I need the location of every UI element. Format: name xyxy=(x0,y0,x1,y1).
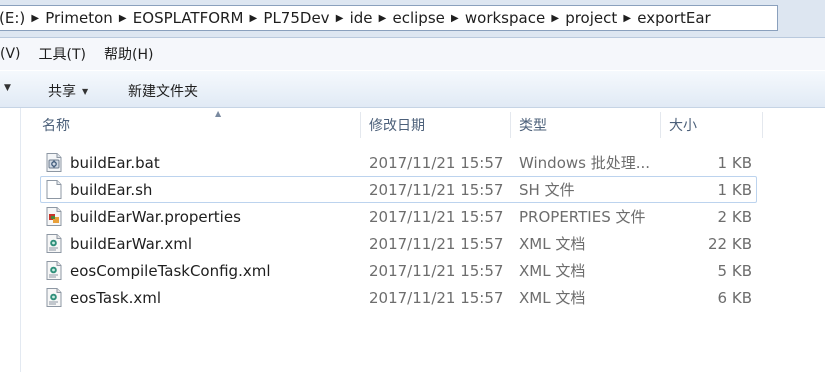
file-type: SH 文件 xyxy=(519,181,575,199)
menu-bar: (V) 工具(T) 帮助(H) xyxy=(0,38,825,70)
column-header-size[interactable]: 大小 xyxy=(661,108,763,142)
file-modified: 2017/11/21 15:57 xyxy=(369,207,504,226)
breadcrumb-pl75dev[interactable]: PL75Dev xyxy=(257,9,335,27)
file-size: 1 KB xyxy=(717,153,752,172)
file-modified: 2017/11/21 15:57 xyxy=(369,261,504,280)
new-folder-button[interactable]: 新建文件夹 xyxy=(128,81,198,101)
column-size-label: 大小 xyxy=(669,118,697,134)
file-name: buildEar.sh xyxy=(70,180,153,199)
file-name: buildEar.bat xyxy=(70,153,160,172)
breadcrumb-workspace[interactable]: workspace xyxy=(459,9,551,27)
file-modified: 2017/11/21 15:57 xyxy=(369,288,504,307)
share-button[interactable]: 共享 ▼ xyxy=(48,81,88,101)
chevron-right-icon[interactable]: ▶ xyxy=(623,13,631,24)
xml-file-icon xyxy=(46,234,62,253)
dropdown-arrow-icon[interactable]: ▼ xyxy=(4,83,11,93)
file-size: 22 KB xyxy=(708,234,752,253)
command-bar: ▼ 共享 ▼ 新建文件夹 xyxy=(0,70,825,108)
file-list: buildEar.bat 2017/11/21 15:57 Windows 批处… xyxy=(40,149,780,311)
menu-help[interactable]: 帮助(H) xyxy=(100,44,159,64)
breadcrumb-primeton[interactable]: Primeton xyxy=(39,9,119,27)
file-modified: 2017/11/21 15:57 xyxy=(369,234,504,253)
blank-file-icon xyxy=(46,180,62,199)
new-folder-label: 新建文件夹 xyxy=(128,84,198,100)
file-type: Windows 批处理... xyxy=(519,154,651,172)
address-bar[interactable]: (E:) ▶ Primeton ▶ EOSPLATFORM ▶ PL75Dev … xyxy=(0,5,778,31)
file-name: eosCompileTaskConfig.xml xyxy=(70,261,271,280)
navigation-pane-divider[interactable] xyxy=(20,108,21,372)
chevron-right-icon[interactable]: ▶ xyxy=(378,13,387,24)
file-name: buildEarWar.properties xyxy=(70,207,241,226)
column-headers: ▲ 名称 修改日期 类型 大小 xyxy=(21,108,825,142)
breadcrumb-eclipse[interactable]: eclipse xyxy=(386,9,450,27)
address-bar-area: (E:) ▶ Primeton ▶ EOSPLATFORM ▶ PL75Dev … xyxy=(0,0,825,38)
menu-tools[interactable]: 工具(T) xyxy=(35,44,92,64)
file-row[interactable]: buildEarWar.xml 2017/11/21 15:57 XML 文档 … xyxy=(40,230,756,257)
column-header-type[interactable]: 类型 xyxy=(511,108,661,142)
file-name: buildEarWar.xml xyxy=(70,234,192,253)
xml-file-icon xyxy=(46,288,62,307)
column-name-label: 名称 xyxy=(42,118,70,134)
column-modified-label: 修改日期 xyxy=(369,118,425,134)
file-row[interactable]: buildEarWar.properties 2017/11/21 15:57 … xyxy=(40,203,756,230)
breadcrumb-drive[interactable]: (E:) xyxy=(0,9,31,27)
breadcrumb-eosplatform[interactable]: EOSPLATFORM xyxy=(127,9,250,27)
file-type: XML 文档 xyxy=(519,289,586,307)
file-modified: 2017/11/21 15:57 xyxy=(369,153,504,172)
dropdown-arrow-icon: ▼ xyxy=(82,86,89,96)
properties-file-icon xyxy=(46,207,62,226)
chevron-right-icon[interactable]: ▶ xyxy=(451,13,459,24)
breadcrumb-project[interactable]: project xyxy=(559,9,623,27)
chevron-right-icon[interactable]: ▶ xyxy=(336,13,344,24)
file-type: XML 文档 xyxy=(519,262,586,280)
file-row[interactable]: eosCompileTaskConfig.xml 2017/11/21 15:5… xyxy=(40,257,756,284)
file-type: XML 文档 xyxy=(519,235,586,253)
column-type-label: 类型 xyxy=(519,118,547,134)
chevron-right-icon[interactable]: ▶ xyxy=(551,13,559,24)
breadcrumb-exportear[interactable]: exportEar xyxy=(631,9,716,27)
sort-up-icon: ▲ xyxy=(215,109,222,118)
batch-file-icon xyxy=(46,153,62,172)
column-divider[interactable] xyxy=(762,112,763,138)
file-row[interactable]: eosTask.xml 2017/11/21 15:57 XML 文档 6 KB xyxy=(40,284,756,311)
menu-view[interactable]: (V) xyxy=(0,46,27,62)
file-row[interactable]: buildEar.sh 2017/11/21 15:57 SH 文件 1 KB xyxy=(40,176,757,203)
chevron-right-icon[interactable]: ▶ xyxy=(31,13,39,24)
file-size: 6 KB xyxy=(717,288,752,307)
column-header-modified[interactable]: 修改日期 xyxy=(361,108,511,142)
chevron-right-icon[interactable]: ▶ xyxy=(119,13,127,24)
file-modified: 2017/11/21 15:57 xyxy=(369,180,504,199)
share-label: 共享 xyxy=(48,84,76,100)
file-name: eosTask.xml xyxy=(70,288,162,307)
file-size: 1 KB xyxy=(717,180,752,199)
file-type: PROPERTIES 文件 xyxy=(519,208,646,226)
column-header-name[interactable]: ▲ 名称 xyxy=(21,108,361,142)
file-size: 5 KB xyxy=(717,261,752,280)
file-row[interactable]: buildEar.bat 2017/11/21 15:57 Windows 批处… xyxy=(40,149,756,176)
breadcrumb-ide[interactable]: ide xyxy=(344,9,379,27)
xml-file-icon xyxy=(46,261,62,280)
file-size: 2 KB xyxy=(717,207,752,226)
chevron-right-icon[interactable]: ▶ xyxy=(249,13,258,24)
